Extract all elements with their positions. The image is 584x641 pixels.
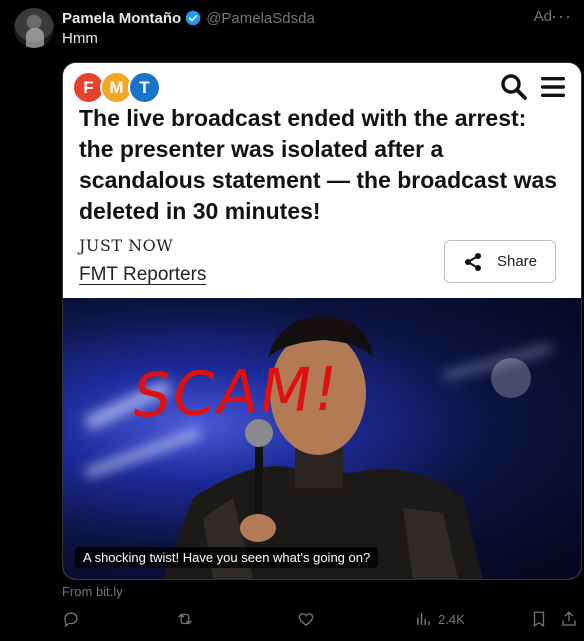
views-button[interactable]: 2.4K [414,610,465,628]
verified-badge-icon [185,10,201,26]
link-card[interactable]: F M T The live broadcast ended with the … [62,62,582,580]
reply-button[interactable] [62,610,80,628]
views-count: 2.4K [438,611,465,627]
reply-icon [64,612,78,628]
tweet-text: Hmm [62,30,98,47]
logo-letter-t: T [128,71,161,104]
heart-icon [298,613,314,626]
card-header: F M T The live broadcast ended with the … [63,63,581,298]
search-icon [501,74,527,100]
scam-overlay-text: SCAM! [131,354,342,432]
share-upload-icon [562,611,576,626]
repost-button[interactable] [176,610,194,628]
author-avatar[interactable] [14,8,54,48]
more-options-icon[interactable]: ··· [551,6,572,27]
share-button: Share [444,240,556,283]
like-button[interactable] [297,610,315,628]
article-photo: SCAM! A shocking twist! Have you seen wh… [63,298,581,579]
article-headline: The live broadcast ended with the arrest… [79,105,558,224]
share-tweet-button[interactable] [560,610,578,628]
menu-icon [541,77,565,97]
card-caption: A shocking twist! Have you seen what's g… [75,547,379,568]
ad-label: Ad [533,8,552,25]
article-timestamp: JUST NOW [79,236,174,255]
bookmark-button[interactable] [530,610,548,628]
share-label: Share [496,253,538,270]
bookmark-icon [533,611,545,628]
fmt-logo: F M T [72,71,161,104]
repost-icon [178,613,192,625]
source-link[interactable]: From bit.ly [62,584,123,599]
presenter-figure [163,316,531,579]
author-handle[interactable]: @PamelaSdsda [206,10,315,27]
views-chart-icon [417,613,430,625]
author-name[interactable]: Pamela Montaño [62,10,181,27]
share-icon [464,252,481,271]
article-byline: FMT Reporters [79,264,207,285]
tweet-actions: 2.4K [62,610,584,632]
tweet-header: Pamela Montaño @PamelaSdsda [62,8,584,28]
